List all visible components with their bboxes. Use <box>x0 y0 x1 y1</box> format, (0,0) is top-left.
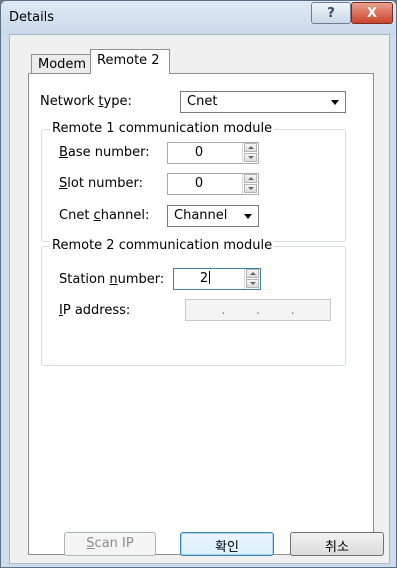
cnet-channel-label: Cnet channel: <box>59 208 150 223</box>
spin-down-icon[interactable] <box>244 184 257 193</box>
tab-remote-2-label: Remote 2 <box>97 53 160 68</box>
base-number-stepper[interactable]: 0 <box>167 142 259 164</box>
cnet-channel-value: Channel <box>174 208 228 223</box>
slot-number-stepper[interactable]: 0 <box>167 173 259 195</box>
ok-button-label: 확인 <box>215 540 239 555</box>
network-type-select[interactable]: Cnet <box>180 91 346 113</box>
chevron-down-icon <box>244 214 252 219</box>
cnet-channel-select[interactable]: Channel <box>167 205 259 227</box>
spin-down-icon[interactable] <box>244 153 257 162</box>
spin-up-icon[interactable] <box>244 143 257 152</box>
remote-2-group-title: Remote 2 communication module <box>50 238 275 253</box>
cancel-button[interactable]: 취소 <box>290 532 384 556</box>
cancel-button-label: 취소 <box>325 540 349 555</box>
details-dialog: Details ? X Modem Remote 2 Network type:… <box>0 0 397 568</box>
base-number-label: Base number: <box>59 145 150 160</box>
close-icon: X <box>366 5 378 21</box>
question-icon: ? <box>327 5 335 21</box>
ip-address-label: IP address: <box>59 303 131 318</box>
ok-button[interactable]: 확인 <box>180 532 274 556</box>
spin-down-icon[interactable] <box>246 279 259 288</box>
slot-number-spin-buttons <box>242 174 258 194</box>
remote-1-group-title: Remote 1 communication module <box>50 121 275 136</box>
slot-number-value: 0 <box>194 176 204 191</box>
scan-ip-button[interactable]: Scan IP <box>64 532 156 556</box>
close-button[interactable]: X <box>351 2 393 24</box>
network-type-label: Network type: <box>40 94 132 109</box>
tab-panel-remote-2: Network type: Cnet Remote 1 communicatio… <box>28 73 374 555</box>
scan-ip-mnemonic: S <box>86 536 95 551</box>
station-number-label: Station number: <box>59 272 165 287</box>
base-number-spin-buttons <box>242 143 258 163</box>
spin-up-icon[interactable] <box>244 174 257 183</box>
spin-up-icon[interactable] <box>246 269 259 278</box>
network-type-value: Cnet <box>187 94 218 109</box>
ip-address-field[interactable]: . . . <box>185 299 331 321</box>
tab-remote-2[interactable]: Remote 2 <box>90 49 170 74</box>
help-button[interactable]: ? <box>311 2 351 24</box>
chevron-down-icon <box>331 100 339 105</box>
title-bar[interactable]: Details ? X <box>1 1 396 35</box>
window-title: Details <box>9 10 55 25</box>
dialog-client-area: Modem Remote 2 Network type: Cnet Remote… <box>9 34 390 564</box>
station-number-spin-buttons <box>244 269 260 289</box>
base-number-value: 0 <box>194 145 204 160</box>
ip-dot: . <box>290 302 295 318</box>
remote-1-group: Remote 1 communication module Base numbe… <box>41 121 346 242</box>
station-number-stepper[interactable]: 2 <box>173 268 261 290</box>
tab-modem[interactable]: Modem <box>31 54 91 74</box>
scan-ip-label: can IP <box>94 536 134 551</box>
ip-dot: . <box>255 302 261 318</box>
tab-modem-label: Modem <box>38 57 87 72</box>
station-number-value: 2 <box>199 271 211 286</box>
remote-2-group: Remote 2 communication module Station nu… <box>41 238 346 366</box>
ip-dot: . <box>221 302 226 318</box>
slot-number-label: Slot number: <box>59 176 143 191</box>
